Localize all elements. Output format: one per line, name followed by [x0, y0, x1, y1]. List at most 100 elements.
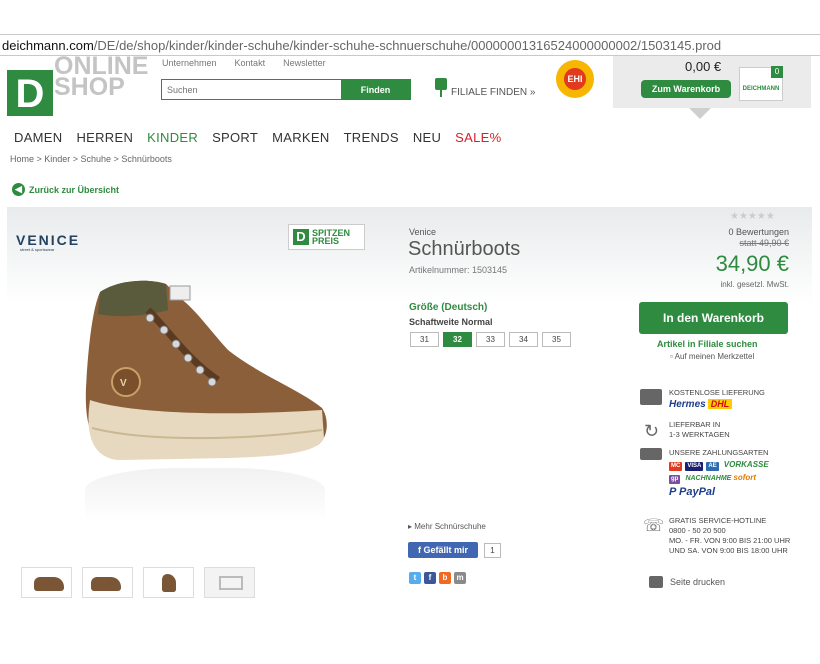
- size-option-34[interactable]: 34: [509, 332, 538, 347]
- facebook-like-button[interactable]: f Gefällt mir: [408, 542, 478, 558]
- giropay-icon: gp: [669, 475, 681, 484]
- logo[interactable]: D: [7, 70, 53, 116]
- hotline-number[interactable]: 0800 - 50 20 500: [669, 526, 793, 536]
- size-option-35[interactable]: 35: [542, 332, 571, 347]
- visa-logo: VISA: [685, 462, 704, 471]
- main-nav: DAMEN HERREN KINDER SPORT MARKEN TRENDS …: [14, 130, 501, 145]
- product-title: Schnürboots: [408, 238, 521, 260]
- size-label: Größe (Deutsch): [409, 302, 488, 313]
- chevron-down-icon[interactable]: [689, 108, 711, 119]
- blogger-icon[interactable]: b: [439, 572, 451, 584]
- twitter-icon[interactable]: t: [409, 572, 421, 584]
- badge-line2: PREIS: [312, 236, 340, 246]
- thumbnail-1[interactable]: [21, 567, 72, 598]
- nav-neu[interactable]: NEU: [413, 130, 441, 145]
- search-bar: Finden: [161, 79, 411, 100]
- nav-trends[interactable]: TRENDS: [344, 130, 399, 145]
- thumbnail-4[interactable]: [204, 567, 255, 598]
- search-input[interactable]: [162, 80, 341, 99]
- shipping-title: KOSTENLOSE LIEFERUNG: [669, 388, 765, 397]
- nav-marken[interactable]: MARKEN: [272, 130, 329, 145]
- url-path: /DE/de/shop/kinder/kinder-schuhe/kinder-…: [93, 38, 722, 53]
- size-option-32[interactable]: 32: [443, 332, 472, 347]
- thumbnail-3[interactable]: [143, 567, 194, 598]
- brand-logo[interactable]: VENICE: [16, 232, 80, 248]
- logo-text[interactable]: ONLINE SHOP: [54, 54, 148, 101]
- print-label: Seite drucken: [670, 577, 726, 587]
- svg-text:V: V: [120, 378, 127, 389]
- myspace-icon[interactable]: m: [454, 572, 466, 584]
- brand-logo-sub: street & sportswear: [20, 247, 55, 252]
- top-link-kontakt[interactable]: Kontakt: [235, 58, 266, 68]
- nav-sale[interactable]: SALE%: [455, 130, 501, 145]
- share-icons: t f b m: [409, 572, 466, 584]
- back-link-label: Zurück zur Übersicht: [29, 184, 120, 195]
- facebook-like-label: Gefällt mir: [423, 545, 468, 555]
- product-image[interactable]: V: [78, 270, 330, 480]
- top-links: Unternehmen Kontakt Newsletter: [162, 58, 326, 68]
- search-button[interactable]: Finden: [341, 80, 410, 99]
- nav-kinder[interactable]: KINDER: [147, 130, 198, 145]
- nav-herren[interactable]: HERREN: [76, 130, 133, 145]
- ehi-seal[interactable]: EHI: [556, 60, 594, 98]
- hotline-info: GRATIS SERVICE-HOTLINE 0800 - 50 20 500 …: [669, 516, 793, 556]
- wishlist-link[interactable]: ▫ Auf meinen Merkzettel: [670, 352, 754, 361]
- to-cart-button[interactable]: Zum Warenkorb: [641, 80, 731, 98]
- shipping-info: KOSTENLOSE LIEFERUNG Hermes DHL: [669, 388, 765, 410]
- amex-icon: AE: [706, 462, 719, 471]
- delivery-info: LIEFERBAR IN 1-3 WERKTAGEN: [669, 420, 730, 440]
- nav-damen[interactable]: DAMEN: [14, 130, 62, 145]
- mastercard-icon: MC: [669, 462, 683, 471]
- hotline-title: GRATIS SERVICE-HOTLINE: [669, 516, 767, 525]
- badge-d-icon: D: [293, 229, 309, 245]
- shaft-width: Schaftweite Normal: [409, 317, 493, 327]
- add-to-cart-button[interactable]: In den Warenkorb: [639, 302, 788, 334]
- print-page-link[interactable]: Seite drucken: [649, 576, 725, 588]
- logo-line2: SHOP: [54, 73, 125, 101]
- phone-icon: ☏: [643, 516, 665, 535]
- filiale-finder-link[interactable]: FILIALE FINDEN »: [435, 78, 535, 98]
- paypal-icon: P: [669, 486, 679, 498]
- truck-icon: [640, 389, 662, 405]
- hermes-logo: Hermes: [669, 399, 706, 410]
- card-icon: [640, 448, 662, 460]
- store-search-link[interactable]: Artikel in Filiale suchen: [657, 339, 758, 349]
- size-option-31[interactable]: 31: [410, 332, 439, 347]
- size-option-33[interactable]: 33: [476, 332, 505, 347]
- location-pin-icon: [435, 78, 447, 98]
- payment-title: UNSERE ZAHLUNGSARTEN: [669, 448, 769, 457]
- product-price: 34,90 €: [715, 251, 789, 276]
- article-number: Artikelnummer: 1503145: [409, 265, 508, 275]
- top-link-newsletter[interactable]: Newsletter: [283, 58, 326, 68]
- sofort-label: sofort: [733, 473, 757, 482]
- url-domain: deichmann.com: [2, 38, 94, 53]
- product-brand[interactable]: Venice: [409, 227, 436, 237]
- clock-icon: ↻: [644, 421, 660, 441]
- hotline-hours: MO. - FR. VON 9:00 BIS 21:00 UHR UND SA.…: [669, 536, 791, 555]
- delivery-line2: 1-3 WERKTAGEN: [669, 430, 730, 439]
- top-link-unternehmen[interactable]: Unternehmen: [162, 58, 217, 68]
- product-image-reflection: [85, 468, 325, 523]
- arrow-left-icon: ◀: [12, 183, 25, 196]
- facebook-share-icon[interactable]: f: [424, 572, 436, 584]
- dhl-logo: DHL: [707, 399, 733, 409]
- back-link[interactable]: ◀ Zurück zur Übersicht: [12, 183, 119, 196]
- more-link[interactable]: ▸ Mehr Schnürschuhe: [408, 522, 486, 531]
- nav-sport[interactable]: SPORT: [212, 130, 258, 145]
- rating-stars[interactable]: ★★★★★: [730, 211, 775, 222]
- ratings-count[interactable]: 0 Bewertungen: [725, 227, 789, 237]
- printer-icon: [649, 576, 663, 588]
- cart-price: 0,00 €: [685, 59, 722, 74]
- payment-info: UNSERE ZAHLUNGSARTEN MC VISA AE VORKASSE g…: [669, 448, 769, 498]
- thumbnail-strip: [21, 567, 255, 598]
- vorkasse-label: VORKASSE: [723, 460, 769, 469]
- cart-count-badge: 0: [771, 66, 783, 78]
- tax-note: inkl. gesetzl. MwSt.: [720, 280, 789, 289]
- like-count: 1: [484, 543, 501, 558]
- old-price: statt 49,90 €: [739, 238, 789, 248]
- filiale-label: FILIALE FINDEN »: [451, 87, 536, 98]
- breadcrumb[interactable]: Home > Kinder > Schuhe > Schnürboots: [10, 154, 172, 164]
- spitzenpreis-badge: D SPITZEN PREIS: [288, 224, 365, 250]
- wishlist-label: Auf meinen Merkzettel: [674, 352, 755, 361]
- thumbnail-2[interactable]: [82, 567, 133, 598]
